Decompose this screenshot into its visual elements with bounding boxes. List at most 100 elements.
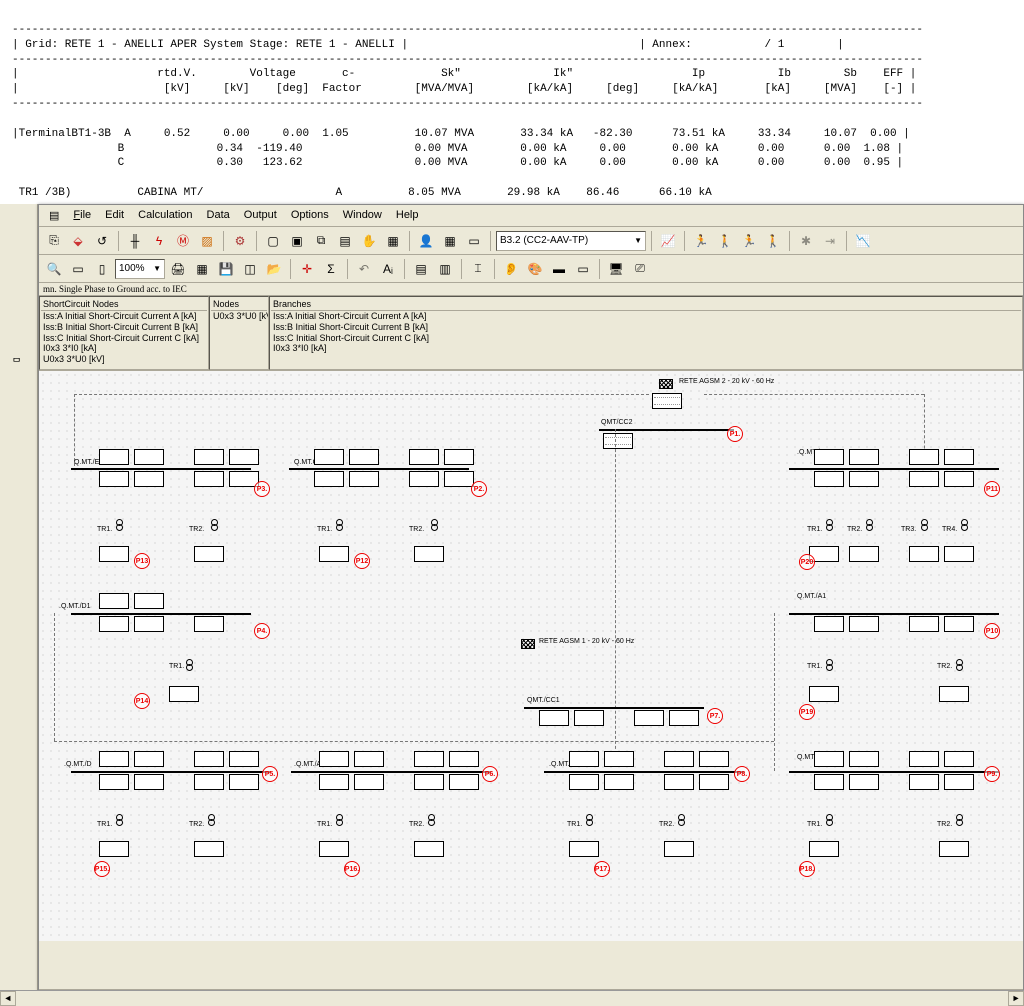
result-box[interactable] [449, 751, 479, 767]
result-box[interactable] [849, 751, 879, 767]
result-box[interactable] [414, 774, 444, 790]
probe-p17[interactable]: P17. [594, 861, 610, 877]
tool-run3-icon[interactable]: 🏃 [738, 230, 760, 252]
case-combo[interactable]: B3.2 (CC2-AAV-TP) ▼ [496, 231, 646, 251]
result-box[interactable] [314, 449, 344, 465]
busbar-d1[interactable] [71, 613, 251, 615]
tool-hand-icon[interactable]: ✋ [358, 230, 380, 252]
scroll-right-arrow-icon[interactable]: ► [1008, 991, 1024, 1006]
transformer-icon[interactable] [824, 661, 834, 675]
result-box[interactable] [314, 471, 344, 487]
transformer-icon[interactable] [954, 661, 964, 675]
result-box[interactable] [669, 710, 699, 726]
result-box[interactable] [99, 841, 129, 857]
tool-sheet1-icon[interactable]: ▢ [262, 230, 284, 252]
result-box[interactable] [349, 449, 379, 465]
tool-icon-2[interactable]: ⬙ [67, 230, 89, 252]
result-box[interactable] [652, 393, 682, 409]
result-box[interactable] [634, 710, 664, 726]
new-icon[interactable]: ▯ [91, 258, 113, 280]
result-box[interactable] [604, 751, 634, 767]
probe-p3[interactable]: P3. [254, 481, 270, 497]
transformer-icon[interactable] [114, 521, 124, 535]
external-grid-icon[interactable] [521, 639, 535, 649]
probe-p20[interactable]: P20 [799, 554, 815, 570]
result-box[interactable] [444, 449, 474, 465]
busbar-d[interactable] [71, 771, 271, 773]
result-box[interactable] [539, 710, 569, 726]
tool-graph-icon[interactable]: ▨ [196, 230, 218, 252]
panel-line[interactable]: I0x3 3*I0 [kA] [41, 343, 207, 354]
tool-run4-icon[interactable]: 🚶 [762, 230, 784, 252]
result-box[interactable] [134, 449, 164, 465]
screen2-icon[interactable]: ⎚ [629, 258, 651, 280]
menu-window[interactable]: Window [337, 207, 388, 224]
result-box[interactable] [944, 751, 974, 767]
transformer-icon[interactable] [954, 816, 964, 830]
result-box[interactable] [814, 774, 844, 790]
transformer-icon[interactable] [676, 816, 686, 830]
result-box[interactable] [849, 546, 879, 562]
transformer-icon[interactable] [426, 816, 436, 830]
result-box[interactable] [604, 774, 634, 790]
busbar-c[interactable] [289, 468, 469, 470]
palette-icon[interactable]: 🎨 [524, 258, 546, 280]
zoom-icon[interactable]: 🔍 [43, 258, 65, 280]
tool-run1-icon[interactable]: 🏃 [690, 230, 712, 252]
transformer-icon[interactable] [184, 661, 194, 675]
result-box[interactable] [699, 751, 729, 767]
result-box[interactable] [814, 751, 844, 767]
probe-p1[interactable]: P1. [727, 426, 743, 442]
probe-p8[interactable]: P8. [734, 766, 750, 782]
result-box[interactable] [414, 841, 444, 857]
transformer-icon[interactable] [206, 816, 216, 830]
result-box[interactable] [699, 774, 729, 790]
result-box[interactable] [909, 774, 939, 790]
tool-breaker-icon[interactable]: ╫ [124, 230, 146, 252]
result-box[interactable] [944, 449, 974, 465]
panel-line[interactable]: I0x3 3*I0 [kA] [271, 343, 1021, 354]
probe-p2[interactable]: P2. [471, 481, 487, 497]
result-box[interactable] [99, 471, 129, 487]
panel-line[interactable]: U0x3 3*U0 [kV] [211, 311, 267, 322]
menu-calculation[interactable]: Calculation [132, 207, 198, 224]
panel-line[interactable]: Iss:A Initial Short-Circuit Current A [k… [271, 311, 1021, 322]
tool-plot-icon[interactable]: 📉 [852, 230, 874, 252]
menu-data[interactable]: Data [201, 207, 236, 224]
result-box[interactable] [229, 751, 259, 767]
result-box[interactable] [849, 616, 879, 632]
tool-fault-icon[interactable]: ϟ [148, 230, 170, 252]
probe-p19[interactable]: P19 [799, 704, 815, 720]
transformer-icon[interactable] [824, 521, 834, 535]
panel-line[interactable]: U0x3 3*U0 [kV] [41, 354, 207, 365]
result-box[interactable] [814, 471, 844, 487]
tool-sheet3-icon[interactable]: ⧉ [310, 230, 332, 252]
panel-line[interactable]: Iss:B Initial Short-Circuit Current B [k… [271, 322, 1021, 333]
probe-p15[interactable]: P15. [94, 861, 110, 877]
result-box[interactable] [194, 774, 224, 790]
busbar-cc1[interactable] [524, 707, 704, 709]
form2-icon[interactable]: ▥ [434, 258, 456, 280]
result-box[interactable] [229, 774, 259, 790]
result-box[interactable] [909, 471, 939, 487]
probe-p11[interactable]: P11 [984, 481, 1000, 497]
tool-doc-icon[interactable]: ▭ [463, 230, 485, 252]
menu-edit[interactable]: Edit [99, 207, 130, 224]
probe-p5[interactable]: P5. [262, 766, 278, 782]
busbar-pt[interactable] [789, 771, 999, 773]
result-box[interactable] [99, 546, 129, 562]
tool-sheet2-icon[interactable]: ▣ [286, 230, 308, 252]
busbar-a1[interactable] [789, 613, 999, 615]
result-box[interactable] [664, 774, 694, 790]
result-box[interactable] [849, 471, 879, 487]
probe-p10[interactable]: P10 [984, 623, 1000, 639]
menu-file[interactable]: File [67, 207, 97, 224]
external-grid-icon[interactable] [659, 379, 673, 389]
panel-line[interactable]: Iss:A Initial Short-Circuit Current A [k… [41, 311, 207, 322]
result-box[interactable] [444, 471, 474, 487]
result-box[interactable] [229, 449, 259, 465]
result-box[interactable] [134, 593, 164, 609]
busbar-f[interactable] [544, 771, 744, 773]
tool-grid-icon[interactable]: ▦ [439, 230, 461, 252]
result-box[interactable] [664, 841, 694, 857]
